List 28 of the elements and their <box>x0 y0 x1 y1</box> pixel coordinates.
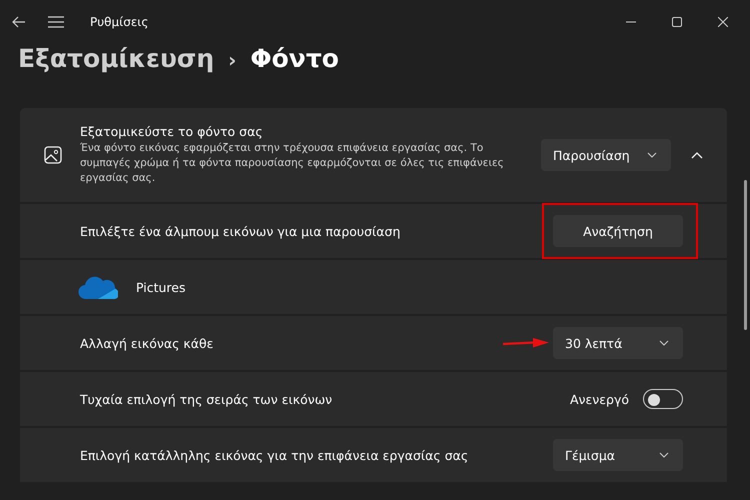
chevron-down-icon <box>659 340 669 346</box>
background-dropdown[interactable]: Παρουσίαση <box>541 139 671 171</box>
browse-button[interactable]: Αναζήτηση <box>553 215 683 247</box>
folder-name: Pictures <box>136 280 186 294</box>
setting-dropdown[interactable]: 30 λεπτά <box>553 327 683 359</box>
setting-label: Επιλέξτε ένα άλμπουμ εικόνων για μια παρουσίαση <box>80 224 402 238</box>
cloud-icon <box>78 274 118 300</box>
page-heading: Φόντο <box>250 44 339 73</box>
window-title: Ρυθμίσεις <box>90 15 148 29</box>
setting-dropdown[interactable]: Γέμισμα <box>553 439 683 471</box>
breadcrumb-separator: › <box>228 48 236 72</box>
chevron-up-icon[interactable] <box>691 151 703 159</box>
close-icon[interactable] <box>718 17 728 27</box>
setting-label: Επιλογή κατάλληλης εικόνας για την επιφάνεια εργασίας σας <box>80 448 470 462</box>
chevron-down-icon <box>647 152 657 158</box>
chevron-down-icon <box>659 452 669 458</box>
menu-icon[interactable] <box>48 16 64 28</box>
toggle-switch[interactable] <box>643 389 683 409</box>
image-icon <box>44 146 62 164</box>
back-icon[interactable] <box>12 16 26 28</box>
setting-label: Τυχαία επιλογή της σειράς των εικόνων <box>80 392 334 406</box>
scrollbar[interactable] <box>744 180 747 330</box>
card-description: Ένα φόντο εικόνας εφαρμόζεται στην τρέχουσα επιφάνεια εργασίας σας. Το συμπαγές χρώμα ή τα φόντα παρουσίασης εφαρμόζονται σε όλες τις επιφάνειες εργασίας σας. <box>80 141 505 186</box>
maximize-icon[interactable] <box>672 17 682 27</box>
toggle-state: Ανενεργό <box>570 392 629 406</box>
breadcrumb-parent[interactable]: Εξατομίκευση <box>18 44 214 73</box>
setting-label: Αλλαγή εικόνας κάθε <box>80 336 214 350</box>
card-title: Εξατομικεύστε το φόντο σας <box>80 124 264 139</box>
